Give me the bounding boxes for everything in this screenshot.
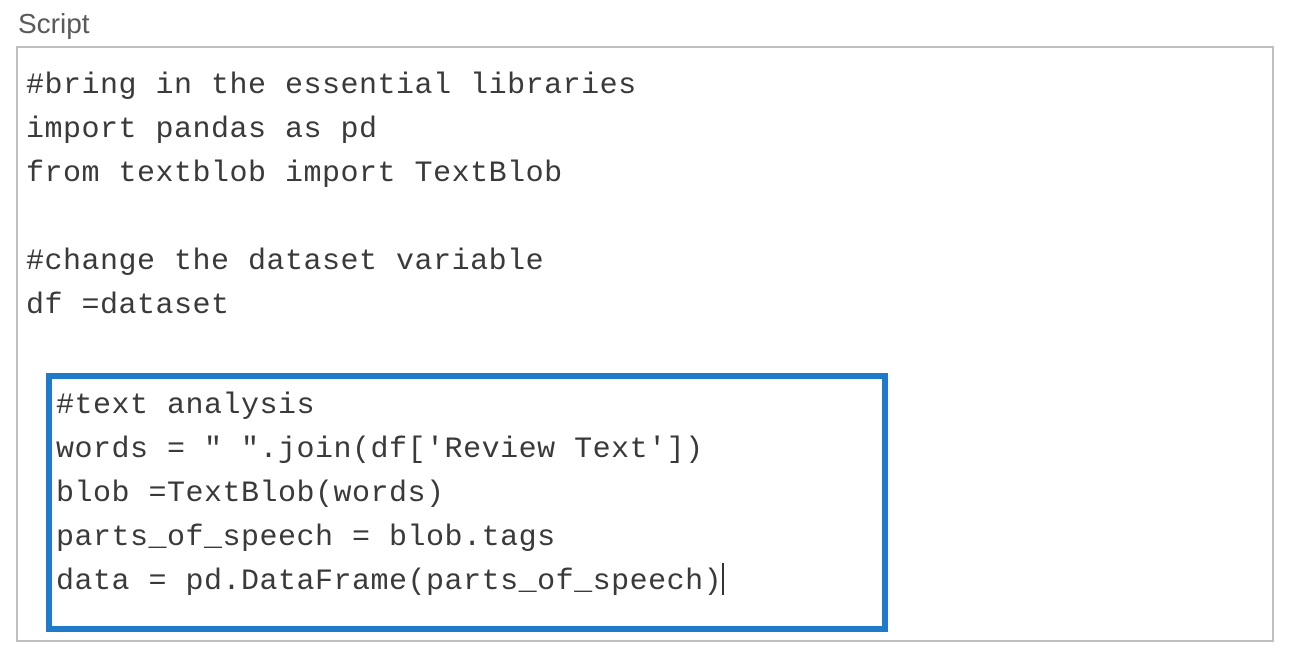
code-line-partial: # 'dataset' holds the input data for thi… <box>18 48 1272 60</box>
code-line: data = pd.DataFrame(parts_of_speech) <box>56 565 722 599</box>
code-line: #change the dataset variable <box>26 245 544 279</box>
code-line: parts_of_speech = blob.tags <box>56 521 556 555</box>
code-block-highlighted: #text analysis words = " ".join(df['Revi… <box>48 384 732 604</box>
code-block-top: #bring in the essential libraries import… <box>18 64 645 329</box>
code-line: words = " ".join(df['Review Text']) <box>56 433 704 467</box>
section-label: Script <box>18 8 1274 40</box>
code-line: #text analysis <box>56 389 315 423</box>
code-line: blob =TextBlob(words) <box>56 477 445 511</box>
code-line: from textblob import TextBlob <box>26 157 563 191</box>
script-editor[interactable]: # 'dataset' holds the input data for thi… <box>16 46 1274 642</box>
code-line: #bring in the essential libraries <box>26 69 637 103</box>
code-line: import pandas as pd <box>26 113 378 147</box>
code-line: df =dataset <box>26 289 230 323</box>
text-cursor <box>722 563 724 595</box>
